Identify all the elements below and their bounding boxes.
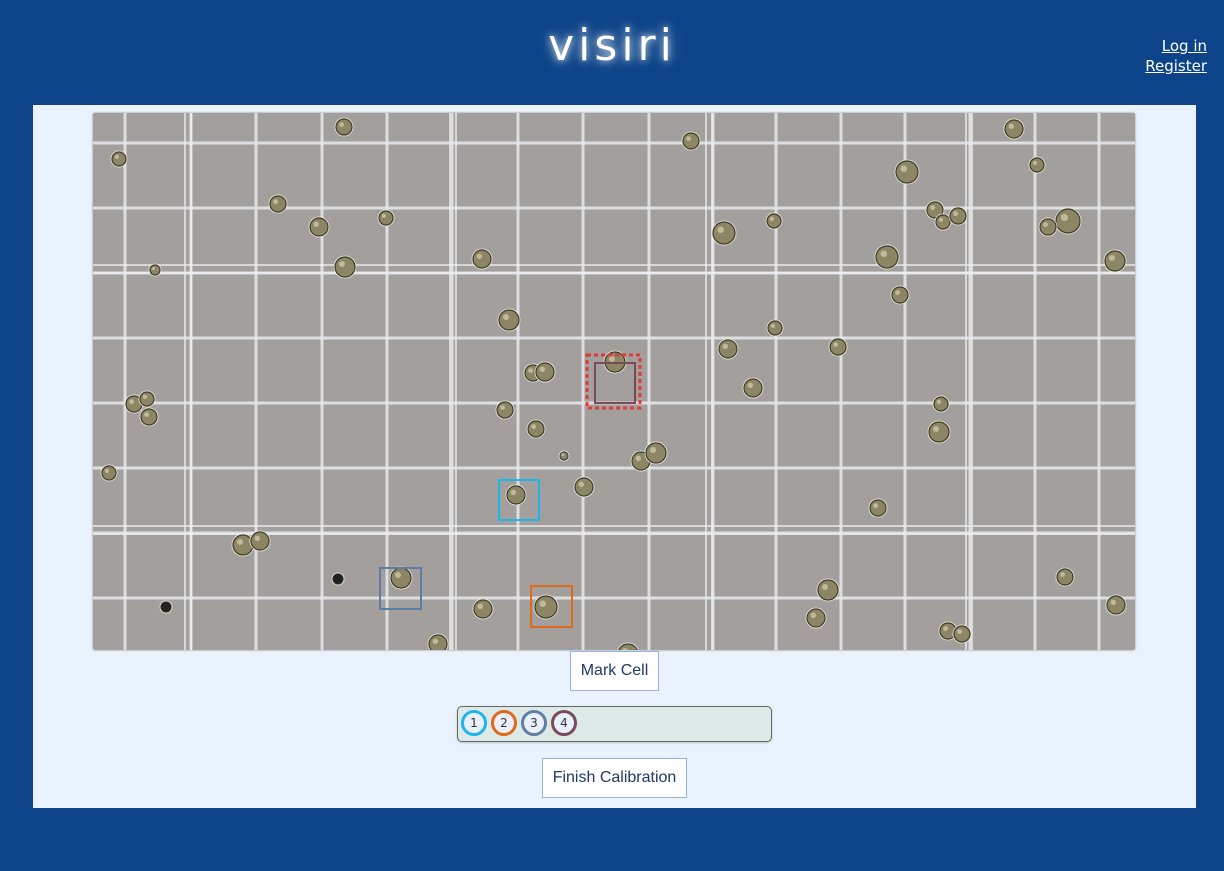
calibration-slot-label: 3 — [530, 716, 538, 730]
finish-calibration-button[interactable]: Finish Calibration — [542, 758, 687, 798]
calibration-slot-tray: 1 2 3 4 — [457, 706, 772, 742]
calibration-slot-2[interactable]: 2 — [491, 710, 517, 736]
calibration-panel: Mark Cell 1 2 3 4 Finish Calibration — [33, 105, 1196, 808]
calibration-slot-label: 1 — [470, 716, 478, 730]
auth-links: Log in Register — [1145, 36, 1207, 76]
calibration-slot-1[interactable]: 1 — [461, 710, 487, 736]
microscope-image-viewer[interactable] — [93, 113, 1135, 650]
calibration-slot-label: 2 — [500, 716, 508, 730]
mark-cell-button[interactable]: Mark Cell — [570, 651, 659, 691]
calibration-slot-3[interactable]: 3 — [521, 710, 547, 736]
brand-logo: visiri — [548, 20, 676, 71]
page: visiri Log in Register Mark Cell 1 2 3 4… — [0, 0, 1224, 871]
login-link[interactable]: Log in — [1145, 36, 1207, 56]
register-link[interactable]: Register — [1145, 56, 1207, 76]
calibration-slot-4[interactable]: 4 — [551, 710, 577, 736]
microscope-image[interactable] — [93, 113, 1135, 650]
calibration-slot-label: 4 — [560, 716, 568, 730]
